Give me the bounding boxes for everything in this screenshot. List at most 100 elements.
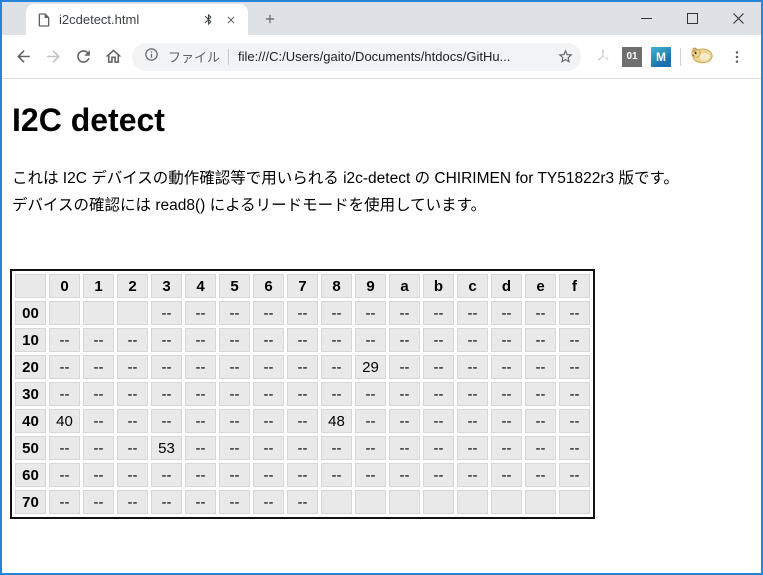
i2c-cell-70-7: --	[287, 490, 318, 514]
i2c-table-header-row: 0123456789abcdef	[15, 274, 590, 298]
table-row-70: 70----------------	[15, 490, 590, 514]
i2c-cell-40-d: --	[491, 409, 522, 433]
extension-m-badge[interactable]: M	[651, 47, 671, 67]
i2c-cell-50-b: --	[423, 436, 454, 460]
i2c-cell-50-f: --	[559, 436, 590, 460]
i2c-cell-40-4: --	[185, 409, 216, 433]
i2c-cell-40-2: --	[117, 409, 148, 433]
i2c-cell-40-0: 40	[49, 409, 80, 433]
i2c-cell-40-c: --	[457, 409, 488, 433]
i2c-cell-70-3: --	[151, 490, 182, 514]
i2c-cell-60-4: --	[185, 463, 216, 487]
i2c-cell-00-b: --	[423, 301, 454, 325]
i2c-cell-00-c: --	[457, 301, 488, 325]
row-header-60: 60	[15, 463, 46, 487]
i2c-cell-40-3: --	[151, 409, 182, 433]
i2c-cell-20-c: --	[457, 355, 488, 379]
i2c-cell-40-1: --	[83, 409, 114, 433]
acrobat-extension-icon[interactable]	[593, 44, 613, 69]
table-row-10: 10--------------------------------	[15, 328, 590, 352]
i2c-address-table: 0123456789abcdef 00---------------------…	[10, 269, 595, 519]
i2c-cell-00-2	[117, 301, 148, 325]
i2c-cell-50-1: --	[83, 436, 114, 460]
i2c-cell-10-5: --	[219, 328, 250, 352]
i2c-cell-10-7: --	[287, 328, 318, 352]
i2c-cell-00-8: --	[321, 301, 352, 325]
i2c-cell-60-e: --	[525, 463, 556, 487]
bluetooth-icon	[202, 13, 215, 26]
i2c-cell-60-5: --	[219, 463, 250, 487]
home-button[interactable]	[98, 42, 128, 72]
i2c-cell-70-2: --	[117, 490, 148, 514]
back-button[interactable]	[8, 42, 38, 72]
i2c-cell-30-f: --	[559, 382, 590, 406]
i2c-cell-30-2: --	[117, 382, 148, 406]
i2c-cell-30-9: --	[355, 382, 386, 406]
file-scheme-label: ファイル	[168, 47, 220, 66]
i2c-cell-10-a: --	[389, 328, 420, 352]
address-bar[interactable]: ファイル file:///C:/Users/gaito/Documents/ht…	[132, 43, 581, 71]
minimize-button[interactable]	[623, 2, 669, 35]
table-row-60: 60--------------------------------	[15, 463, 590, 487]
col-header-0: 0	[49, 274, 80, 298]
i2c-cell-40-8: 48	[321, 409, 352, 433]
i2c-cell-00-7: --	[287, 301, 318, 325]
i2c-cell-10-9: --	[355, 328, 386, 352]
i2c-cell-40-5: --	[219, 409, 250, 433]
i2c-cell-20-b: --	[423, 355, 454, 379]
forward-button[interactable]	[38, 42, 68, 72]
i2c-cell-30-5: --	[219, 382, 250, 406]
i2c-cell-10-e: --	[525, 328, 556, 352]
reload-button[interactable]	[68, 42, 98, 72]
maximize-button[interactable]	[669, 2, 715, 35]
page-file-icon	[36, 12, 52, 28]
i2c-cell-20-9: 29	[355, 355, 386, 379]
i2c-cell-30-e: --	[525, 382, 556, 406]
i2c-cell-30-0: --	[49, 382, 80, 406]
i2c-cell-10-3: --	[151, 328, 182, 352]
col-header-c: c	[457, 274, 488, 298]
row-header-70: 70	[15, 490, 46, 514]
extension-01-badge[interactable]: 01	[622, 47, 642, 67]
browser-menu-button[interactable]	[723, 43, 751, 71]
i2c-cell-00-3: --	[151, 301, 182, 325]
i2c-cell-10-b: --	[423, 328, 454, 352]
browser-tab[interactable]: i2cdetect.html	[26, 4, 248, 35]
i2c-cell-10-6: --	[253, 328, 284, 352]
i2c-cell-20-e: --	[525, 355, 556, 379]
i2c-cell-70-5: --	[219, 490, 250, 514]
page-title: I2C detect	[12, 102, 753, 139]
extensions-area: 01 M	[589, 43, 755, 71]
i2c-cell-40-7: --	[287, 409, 318, 433]
col-header-8: 8	[321, 274, 352, 298]
col-header-5: 5	[219, 274, 250, 298]
i2c-cell-40-b: --	[423, 409, 454, 433]
browser-toolbar: ファイル file:///C:/Users/gaito/Documents/ht…	[2, 35, 761, 79]
i2c-cell-30-a: --	[389, 382, 420, 406]
close-window-button[interactable]	[715, 2, 761, 35]
i2c-cell-30-d: --	[491, 382, 522, 406]
i2c-cell-70-8	[321, 490, 352, 514]
row-header-30: 30	[15, 382, 46, 406]
i2c-cell-50-c: --	[457, 436, 488, 460]
i2c-cell-70-b	[423, 490, 454, 514]
i2c-cell-50-2: --	[117, 436, 148, 460]
i2c-cell-20-7: --	[287, 355, 318, 379]
new-tab-button[interactable]	[256, 5, 284, 33]
tab-close-button[interactable]	[222, 11, 240, 29]
i2c-cell-30-4: --	[185, 382, 216, 406]
i2c-cell-70-f	[559, 490, 590, 514]
i2c-cell-60-a: --	[389, 463, 420, 487]
corner-cell	[15, 274, 46, 298]
row-header-40: 40	[15, 409, 46, 433]
i2c-cell-60-0: --	[49, 463, 80, 487]
i2c-cell-00-9: --	[355, 301, 386, 325]
col-header-1: 1	[83, 274, 114, 298]
info-icon[interactable]	[144, 47, 159, 67]
i2c-cell-00-4: --	[185, 301, 216, 325]
url-text[interactable]: file:///C:/Users/gaito/Documents/htdocs/…	[238, 49, 553, 64]
hamster-extension-icon[interactable]	[690, 43, 714, 70]
i2c-cell-50-5: --	[219, 436, 250, 460]
bookmark-star-button[interactable]	[553, 45, 577, 69]
scheme-separator	[228, 49, 229, 65]
